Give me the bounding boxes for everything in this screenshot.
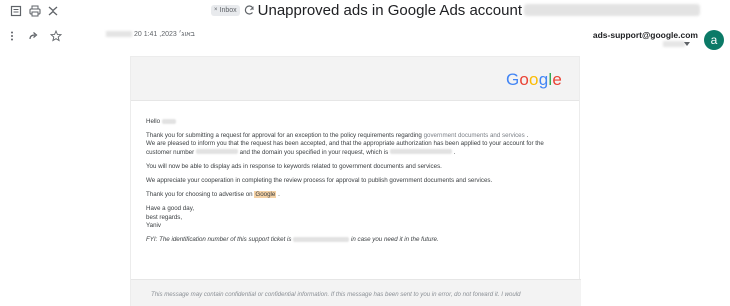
paragraph-5: Thank you for choosing to advertise on G… [146, 191, 564, 199]
paragraph-4: We appreciate your cooperation in comple… [146, 177, 493, 185]
redacted-date-prefix [106, 31, 132, 38]
paragraph-3: You will now be able to display ads in r… [146, 162, 442, 170]
label-icon[interactable] [244, 5, 254, 15]
inbox-label-chip[interactable]: × Inbox [211, 4, 240, 16]
more-vert-icon[interactable] [6, 30, 18, 42]
greeting-text: Hello [146, 118, 161, 125]
logo-letter: o [529, 70, 539, 89]
signoff-1: Have a good day, [146, 205, 195, 213]
google-logo: Google [506, 70, 562, 90]
star-icon[interactable] [50, 30, 62, 42]
fyi-text-b: in case you need it in the future. [350, 236, 439, 244]
redacted-domain [389, 149, 452, 155]
signature: Have a good day, best regards, Yaniv [146, 205, 564, 230]
p2-end: . [453, 148, 456, 156]
subject-line: × Inbox Unapproved ads in Google Ads acc… [211, 0, 700, 20]
sender-email[interactable]: ads-support@google.com [593, 30, 698, 40]
redacted-subject [524, 4, 700, 16]
p1-topic: government documents and services [423, 132, 525, 140]
redacted-customer-number [195, 149, 238, 155]
logo-letter: g [538, 70, 549, 89]
p1-end: . [526, 132, 529, 140]
printer-icon[interactable] [27, 4, 43, 18]
paragraph-1: Thank you for submitting a request for a… [146, 132, 564, 157]
ticket-note: FYI: The identification number of this s… [146, 236, 564, 244]
confidentiality-notice: This message may contain confidential or… [151, 291, 521, 298]
highlighted-word: Google [254, 191, 277, 199]
logo-letter: o [519, 70, 530, 89]
collapse-icon[interactable] [45, 4, 61, 18]
email-content: Hello Thank you for submitting a request… [131, 101, 579, 244]
signer-name: Yaniv [146, 221, 162, 229]
date-text: 20 באוג׳ 2023, 1:41 [133, 31, 195, 38]
logo-letter: e [552, 70, 562, 89]
redacted-recipient [663, 41, 685, 47]
p2-text-b: and the domain you specified in your req… [239, 148, 389, 156]
email-banner: Google [131, 57, 579, 101]
email-footer: This message may contain confidential or… [131, 279, 581, 306]
fyi-text: FYI: The identification number of this s… [146, 236, 292, 244]
email-body-card: Google Hello Thank you for submitting a … [130, 56, 581, 306]
recipient-dropdown-icon[interactable] [684, 42, 690, 46]
email-date: 20 באוג׳ 2023, 1:41 [104, 31, 195, 38]
p5-text: Thank you for choosing to advertise on [146, 191, 253, 199]
forward-icon[interactable] [28, 30, 40, 42]
inbox-label-text: Inbox [219, 6, 237, 14]
print-all-icon[interactable] [8, 4, 24, 18]
redacted-ticket-id [293, 236, 350, 242]
sender-avatar[interactable]: a [704, 30, 724, 50]
signoff-2: best regards, [146, 213, 183, 221]
top-toolbar: × Inbox Unapproved ads in Google Ads acc… [0, 0, 730, 22]
email-subject: Unapproved ads in Google Ads account [257, 1, 522, 19]
p5-end: . [278, 191, 280, 199]
greeting: Hello [146, 118, 564, 126]
remove-label-icon[interactable]: × [214, 7, 218, 13]
p1-text: Thank you for submitting a request for a… [146, 132, 422, 140]
redacted-name [161, 118, 176, 124]
message-header: 20 באוג׳ 2023, 1:41 ads-support@google.c… [0, 26, 730, 52]
logo-letter: G [505, 70, 520, 89]
